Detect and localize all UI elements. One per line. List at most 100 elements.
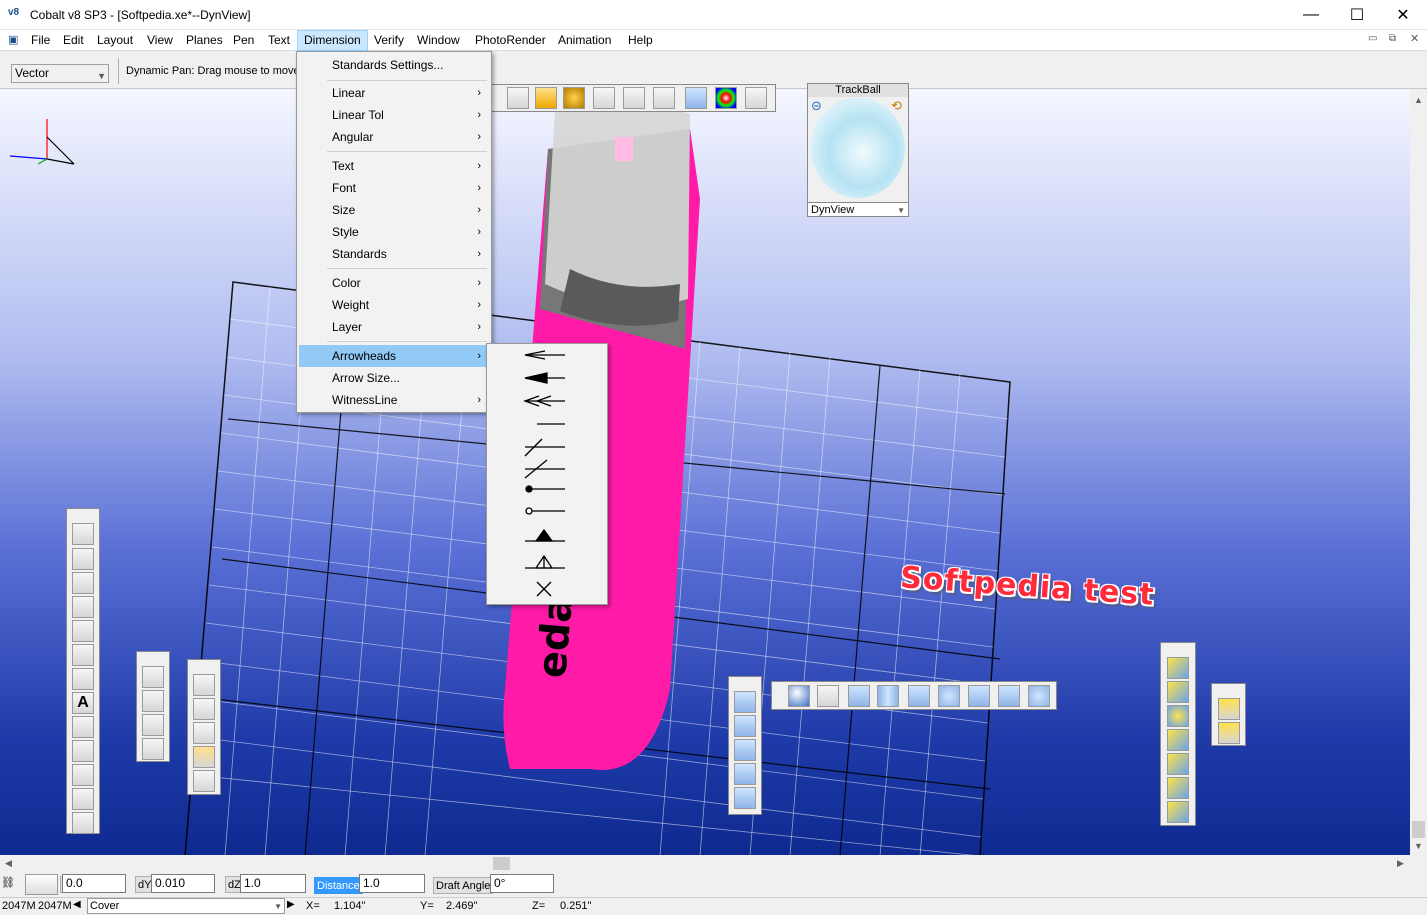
scroll-left-icon[interactable]: ◀ (5, 858, 12, 869)
menu-item-linear[interactable]: Linear › (299, 82, 489, 104)
cone-icon[interactable] (908, 685, 930, 707)
axis-mode-icon[interactable] (25, 874, 58, 895)
menu-item-arrow-size[interactable]: Arrow Size... (299, 367, 489, 389)
render-sphere-icon[interactable] (563, 87, 585, 109)
menu-verify[interactable]: Verify (368, 30, 410, 51)
menu-item-weight[interactable]: Weight › (299, 294, 489, 316)
menu-item-text[interactable]: Text › (299, 155, 489, 177)
menu-item-font[interactable]: Font › (299, 177, 489, 199)
ellipse-tool-icon[interactable] (72, 620, 94, 642)
extrude-icon[interactable] (193, 674, 215, 696)
menu-view[interactable]: View (141, 30, 179, 51)
menu-text[interactable]: Text (262, 30, 296, 51)
hidden-line-cube-icon[interactable] (623, 87, 645, 109)
arrowhead-option[interactable] (487, 367, 607, 390)
mode-select[interactable]: Vector ▼ (11, 64, 109, 83)
arrowhead-option[interactable] (487, 501, 607, 524)
horizontal-scrollbar[interactable]: ◀ ▶ (0, 855, 1410, 872)
trackball-panel[interactable]: TrackBall ⊝ ⟲ DynView ▼ (807, 83, 909, 217)
rectangle-tool-icon[interactable] (72, 644, 94, 666)
cube-icon[interactable] (734, 691, 756, 713)
menu-item-arrowheads[interactable]: Arrowheads › (299, 345, 489, 367)
menu-item-angular[interactable]: Angular › (299, 126, 489, 148)
ellipsoid-icon[interactable] (1028, 685, 1050, 707)
sphere-icon[interactable] (788, 685, 810, 707)
loft-icon[interactable] (142, 738, 164, 760)
line-tool-icon[interactable] (72, 548, 94, 570)
menu-item-linear-tol[interactable]: Linear Tol › (299, 104, 489, 126)
menu-file[interactable]: File (25, 30, 56, 51)
arrowhead-option[interactable] (487, 526, 607, 549)
directional-light-icon[interactable] (1167, 729, 1189, 751)
box-open-icon[interactable] (734, 787, 756, 809)
pipe-icon[interactable] (734, 739, 756, 761)
menu-pen[interactable]: Pen (227, 30, 260, 51)
axis-tool-icon[interactable] (72, 788, 94, 810)
shell-icon[interactable] (193, 770, 215, 792)
doc-icon[interactable]: ▣ (8, 33, 24, 48)
trackball-down-icon[interactable]: ⊝ (811, 98, 822, 114)
dz-field[interactable]: 1.0 (240, 874, 306, 893)
box-points-icon[interactable] (142, 690, 164, 712)
area-light-icon[interactable] (1167, 753, 1189, 775)
arrowhead-option[interactable] (487, 413, 607, 436)
prism-icon[interactable] (968, 685, 990, 707)
cylinder-icon[interactable] (877, 685, 899, 707)
mdi-restore-icon[interactable]: ⧉ (1389, 33, 1396, 44)
solid-cube-icon[interactable] (685, 87, 707, 109)
light-aim-icon[interactable] (1218, 722, 1240, 744)
menu-dimension[interactable]: Dimension (297, 30, 368, 51)
sweep-icon[interactable] (193, 698, 215, 720)
menu-item-witnessline[interactable]: WitnessLine › (299, 389, 489, 411)
scroll-up-icon[interactable]: ▲ (1414, 95, 1423, 105)
distance-label[interactable]: Distance (314, 877, 363, 894)
light-beam-icon[interactable] (1167, 681, 1189, 703)
circle-tool-icon[interactable] (72, 596, 94, 618)
select-arrow-icon[interactable] (72, 523, 94, 545)
menu-item-style[interactable]: Style › (299, 221, 489, 243)
trim-tool-icon[interactable] (72, 764, 94, 786)
revolve-icon[interactable] (193, 722, 215, 744)
arrowhead-option[interactable] (487, 436, 607, 459)
menu-window[interactable]: Window (411, 30, 466, 51)
box-outline-icon[interactable] (745, 87, 767, 109)
blend-icon[interactable] (193, 746, 215, 768)
dimension-tool-icon[interactable] (72, 716, 94, 738)
trackball-view-select[interactable]: DynView ▼ (808, 202, 908, 216)
close-icon[interactable]: ✕ (1380, 0, 1426, 30)
distance-field[interactable]: 1.0 (359, 874, 425, 893)
spline-tool-icon[interactable] (72, 668, 94, 690)
sky-light-icon[interactable] (1167, 777, 1189, 799)
menu-layout[interactable]: Layout (91, 30, 139, 51)
polyline-icon[interactable] (142, 666, 164, 688)
edit-points-icon[interactable] (72, 740, 94, 762)
torus-icon[interactable] (938, 685, 960, 707)
menu-item-standards-settings[interactable]: Standards Settings... (299, 54, 489, 76)
menu-animation[interactable]: Animation (552, 30, 617, 51)
dx-field[interactable]: 0.0 (62, 874, 126, 893)
light-edit-icon[interactable] (1218, 698, 1240, 720)
scroll-right-icon[interactable]: ▶ (1397, 858, 1404, 869)
cube-arrow-icon[interactable] (817, 685, 839, 707)
point-light-icon[interactable] (1167, 705, 1189, 727)
menu-edit[interactable]: Edit (57, 30, 90, 51)
zoom-arrow-icon[interactable] (535, 87, 557, 109)
dy-field[interactable]: 0.010 (151, 874, 215, 893)
layer-next-icon[interactable]: ▶ (287, 899, 299, 914)
hscroll-thumb[interactable] (493, 857, 510, 870)
scroll-down-icon[interactable]: ▼ (1414, 841, 1423, 851)
arrowhead-option[interactable] (487, 390, 607, 413)
arrowhead-option[interactable] (487, 458, 607, 481)
menu-help[interactable]: Help (622, 30, 659, 51)
minimize-icon[interactable]: — (1288, 0, 1334, 30)
shaded-cube-icon[interactable] (653, 87, 675, 109)
environment-light-icon[interactable] (1167, 801, 1189, 823)
snap-tool-icon[interactable] (72, 812, 94, 834)
vscroll-thumb[interactable] (1412, 821, 1425, 838)
mdi-minimize-icon[interactable]: ▭ (1368, 33, 1377, 44)
spotlight-icon[interactable] (1167, 657, 1189, 679)
trackball-reset-icon[interactable]: ⟲ (891, 98, 902, 114)
menu-planes[interactable]: Planes (180, 30, 229, 51)
arrowhead-option[interactable] (487, 344, 607, 367)
arrowhead-option[interactable] (487, 479, 607, 502)
